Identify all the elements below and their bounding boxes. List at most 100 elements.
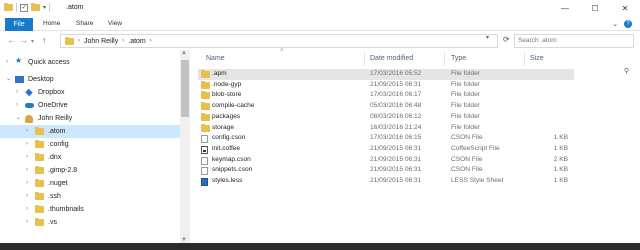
file-row[interactable]: storage 16/03/2016 21:24 File folder <box>198 123 574 134</box>
chevron-right-icon[interactable]: › <box>16 99 18 112</box>
file-icon <box>201 135 208 144</box>
nav-item[interactable]: › .dnx <box>0 151 180 164</box>
nav-item[interactable]: › .vs <box>0 216 180 229</box>
file-row[interactable]: styles.less 21/09/2015 06:31 LESS Style Sh… <box>198 176 574 187</box>
nav-item[interactable]: › .nuget <box>0 177 180 190</box>
folder-icon <box>35 127 44 135</box>
file-type: File folder <box>451 123 480 131</box>
file-type: CSON File <box>451 155 483 163</box>
chevron-right-icon[interactable]: › <box>150 38 152 44</box>
minimize-button[interactable]: — <box>550 0 580 17</box>
divider <box>16 3 17 12</box>
folder-icon <box>201 112 210 121</box>
folder-icon <box>65 36 74 45</box>
file-date-modified: 17/03/2016 06:17 <box>370 91 422 99</box>
column-header-date-modified[interactable]: Date modified <box>370 55 413 62</box>
chevron-right-icon[interactable]: › <box>26 138 28 151</box>
chevron-right-icon[interactable]: › <box>26 164 28 177</box>
file-row[interactable]: snippets.cson 21/09/2015 06:31 CSON File 1 … <box>198 165 574 176</box>
new-folder-icon[interactable] <box>31 3 40 11</box>
chevron-right-icon[interactable]: › <box>78 38 80 44</box>
chevron-right-icon[interactable]: › <box>26 203 28 216</box>
chevron-right-icon[interactable]: › <box>26 216 28 229</box>
column-header-name[interactable]: Name <box>206 55 225 62</box>
chevron-right-icon[interactable]: › <box>26 190 28 203</box>
properties-icon[interactable]: ✓ <box>20 3 28 12</box>
ribbon-right: ⌄ ? <box>612 20 632 28</box>
file-name: snippets.cson <box>212 166 253 174</box>
close-button[interactable]: ✕ <box>610 0 640 17</box>
nav-item[interactable]: › .ssh <box>0 190 180 203</box>
file-row[interactable]: config.cson 17/03/2016 06:15 CSON File 1 KB <box>198 133 574 144</box>
nav-item[interactable]: ⌄ Desktop <box>0 73 180 86</box>
ribbon: File Home Share View ⌄ ? <box>0 17 640 31</box>
tab-share[interactable]: Share <box>76 20 93 27</box>
nav-item-label: .gimp-2.8 <box>48 167 78 174</box>
nav-item[interactable]: › .config <box>0 138 180 151</box>
refresh-icon[interactable]: ⟳ <box>503 35 510 44</box>
chevron-right-icon[interactable]: › <box>26 125 28 138</box>
recent-locations-icon[interactable]: ▾ <box>31 38 34 45</box>
file-row[interactable]: .node-gyp 21/09/2015 06:31 File folder <box>198 80 574 91</box>
maximize-button[interactable]: ☐ <box>580 0 610 17</box>
nav-item[interactable]: › .gimp-2.8 <box>0 164 180 177</box>
chevron-right-icon[interactable]: › <box>16 86 18 99</box>
chevron-right-icon[interactable]: › <box>6 56 8 69</box>
file-size: 1 KB <box>553 166 568 174</box>
file-row[interactable]: init.coffee 21/09/2015 06:31 CoffeeScript … <box>198 144 574 155</box>
file-date-modified: 17/03/2016 06:15 <box>370 134 422 142</box>
nav-item[interactable]: › Dropbox <box>0 86 180 99</box>
tab-home[interactable]: Home <box>43 20 60 27</box>
column-divider[interactable] <box>444 52 445 66</box>
nav-item[interactable]: ⌄ John Reilly <box>0 112 180 125</box>
chevron-down-icon[interactable]: ⌄ <box>16 112 21 125</box>
breadcrumb-atom[interactable]: .atom <box>128 38 146 45</box>
file-size: 1 KB <box>553 134 568 142</box>
chevron-right-icon[interactable]: › <box>122 38 124 44</box>
forward-arrow-icon[interactable]: → <box>19 35 28 45</box>
folder-icon <box>35 153 44 161</box>
scroll-up-icon[interactable]: ▲ <box>181 50 187 56</box>
nav-item[interactable]: › .thumbnails <box>0 203 180 216</box>
nav-pane-scrollbar[interactable]: ▲ ▼ <box>180 50 190 243</box>
column-divider[interactable] <box>524 52 525 66</box>
file-name: styles.less <box>212 177 243 184</box>
chevron-right-icon[interactable]: › <box>26 177 28 190</box>
chevron-right-icon[interactable]: › <box>26 151 28 164</box>
file-row[interactable]: packages 08/03/2016 06:12 File folder <box>198 112 574 123</box>
chevron-down-icon[interactable]: ▾ <box>43 4 46 11</box>
column-divider[interactable] <box>364 52 365 66</box>
file-row[interactable]: compile-cache 05/03/2016 06:48 File folder <box>198 101 574 112</box>
file-row[interactable]: blob-store 17/03/2016 06:17 File folder <box>198 90 574 101</box>
file-name: .apm <box>212 70 227 77</box>
file-row[interactable]: keymap.cson 21/09/2015 06:31 CSON File 2 KB <box>198 155 574 166</box>
tab-view[interactable]: View <box>108 20 122 27</box>
nav-item[interactable]: › OneDrive <box>0 99 180 112</box>
folder-icon <box>201 102 210 111</box>
nav-item-label: .atom <box>48 128 66 135</box>
help-icon[interactable]: ? <box>624 20 632 28</box>
file-name: config.cson <box>212 134 246 142</box>
back-arrow-icon[interactable]: ← <box>7 35 16 45</box>
file-date-modified: 17/03/2016 05:52 <box>370 70 422 77</box>
nav-item[interactable]: › .atom <box>0 125 180 138</box>
file-type: File folder <box>451 102 480 110</box>
breadcrumb-john-reilly[interactable]: John Reilly <box>84 38 118 45</box>
file-type: CoffeeScript File <box>451 144 500 152</box>
address-bar[interactable]: › John Reilly › .atom › <box>60 34 498 48</box>
address-dropdown-icon[interactable]: ▾ <box>486 34 489 41</box>
column-header-type[interactable]: Type <box>451 55 466 62</box>
file-date-modified: 05/03/2016 06:48 <box>370 102 422 110</box>
folder-icon <box>201 91 210 100</box>
search-input[interactable]: Search .atom <box>514 34 634 48</box>
folder-icon <box>35 179 44 187</box>
expand-ribbon-icon[interactable]: ⌄ <box>612 20 618 28</box>
scrollbar-thumb[interactable] <box>181 60 189 117</box>
up-arrow-icon[interactable]: ↑ <box>42 35 47 45</box>
nav-item[interactable]: › ★ Quick access <box>0 56 180 69</box>
column-header-size[interactable]: Size <box>530 55 544 62</box>
file-date-modified: 21/09/2015 06:31 <box>370 144 422 152</box>
chevron-down-icon[interactable]: ⌄ <box>6 73 11 86</box>
file-row[interactable]: .apm 17/03/2016 05:52 File folder <box>198 69 574 80</box>
tab-file[interactable]: File <box>5 18 33 31</box>
